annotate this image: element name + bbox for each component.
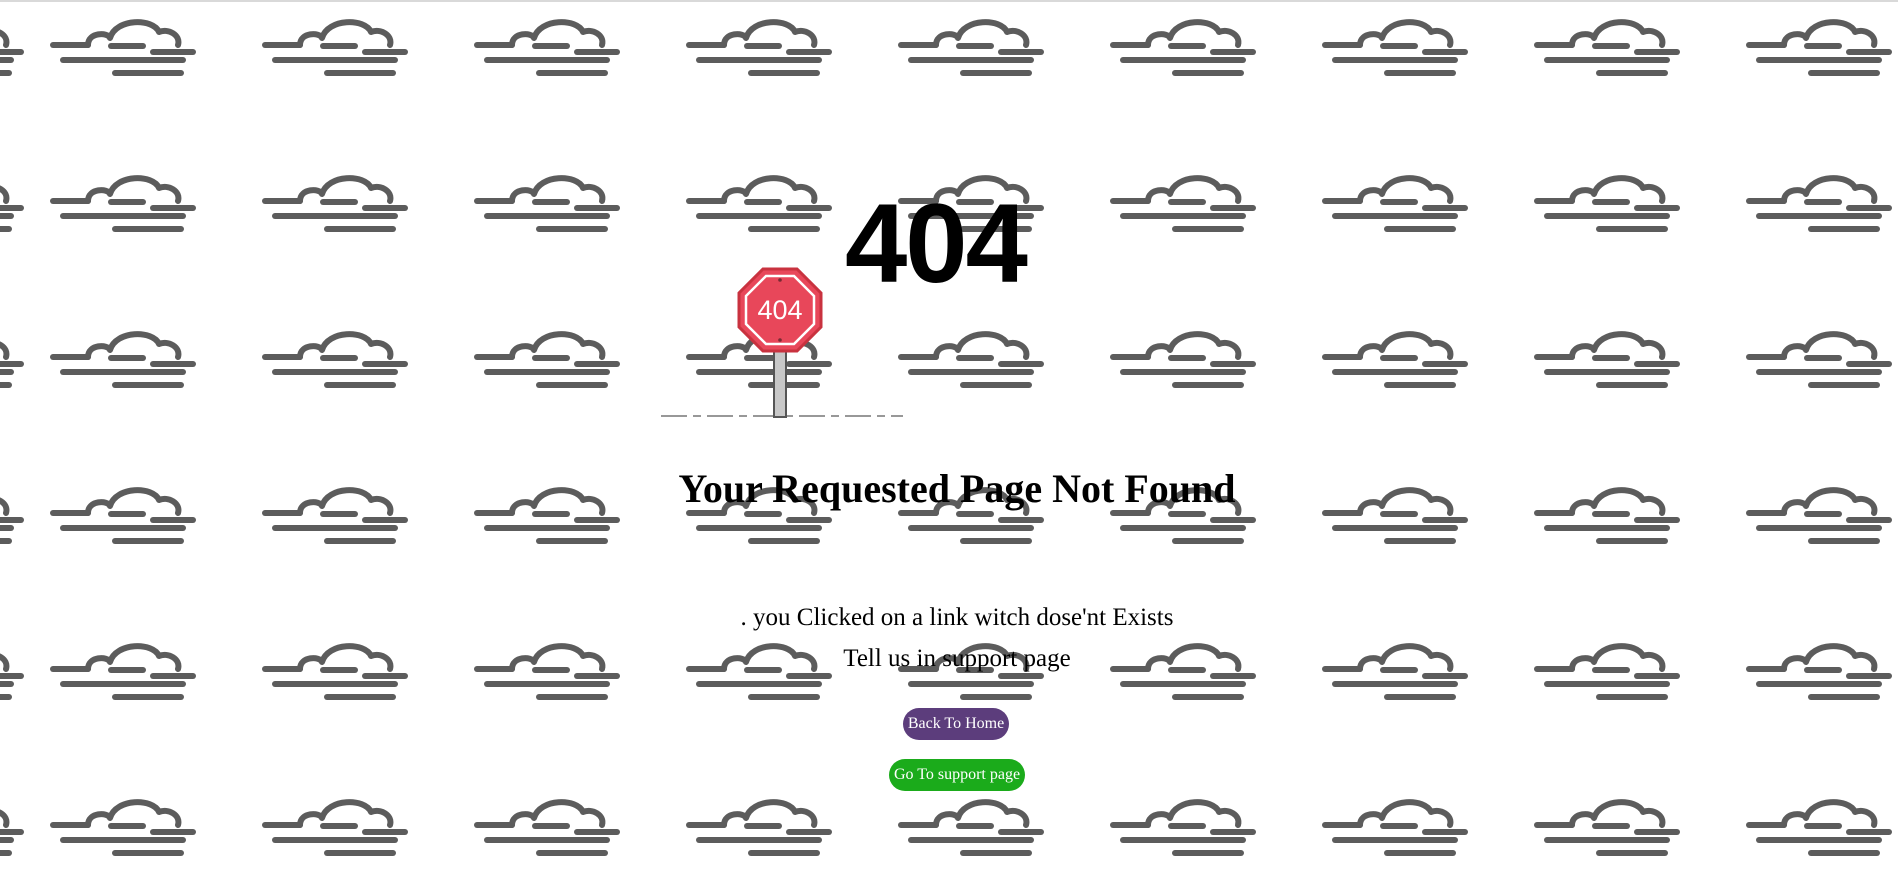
page-title: Your Requested Page Not Found xyxy=(678,466,1236,511)
error-message: . you Clicked on a link witch dose'nt Ex… xyxy=(740,604,1174,631)
stop-sign-label: 404 xyxy=(757,295,802,325)
stop-sign-icon: 404 xyxy=(661,267,903,418)
error-content: 404 404 Your Requested Page Not Found . … xyxy=(0,0,1898,880)
go-to-support-button[interactable]: Go To support page xyxy=(889,759,1025,791)
back-to-home-button[interactable]: Back To Home xyxy=(903,708,1009,740)
support-hint: Tell us in support page xyxy=(843,645,1071,672)
